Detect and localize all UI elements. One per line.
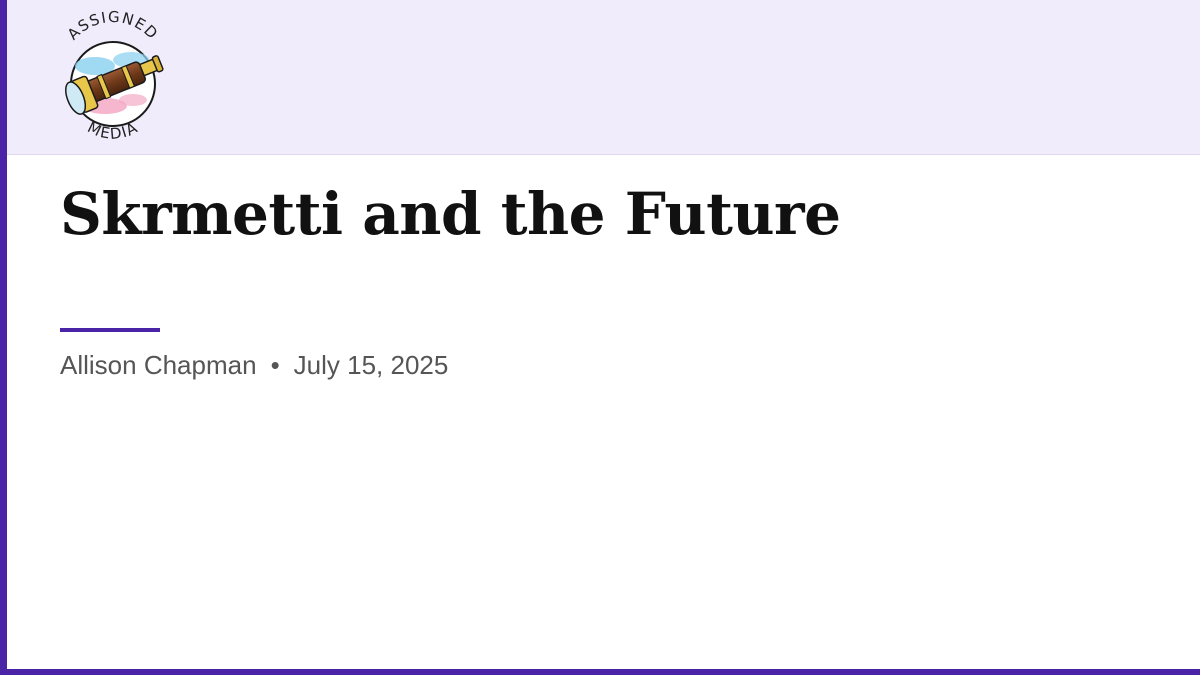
logo-top-text: ASSIGNED [64, 8, 161, 44]
publish-date: July 15, 2025 [293, 350, 449, 380]
title-divider [60, 328, 160, 332]
site-header: ASSIGNED MEDIA [7, 0, 1200, 155]
site-logo[interactable]: ASSIGNED MEDIA [49, 8, 177, 144]
svg-text:ASSIGNED: ASSIGNED [64, 10, 162, 43]
author-name: Allison Chapman [60, 350, 257, 380]
article-title: Skrmetti and the Future [60, 180, 841, 248]
byline: Allison Chapman • July 15, 2025 [60, 348, 448, 382]
page: ASSIGNED MEDIA Skrmetti and the Future A… [0, 0, 1200, 675]
bottom-accent-border [0, 669, 1200, 675]
left-accent-border [0, 0, 7, 675]
spyglass-icon: ASSIGNED MEDIA [64, 8, 164, 143]
byline-separator: • [270, 350, 280, 380]
